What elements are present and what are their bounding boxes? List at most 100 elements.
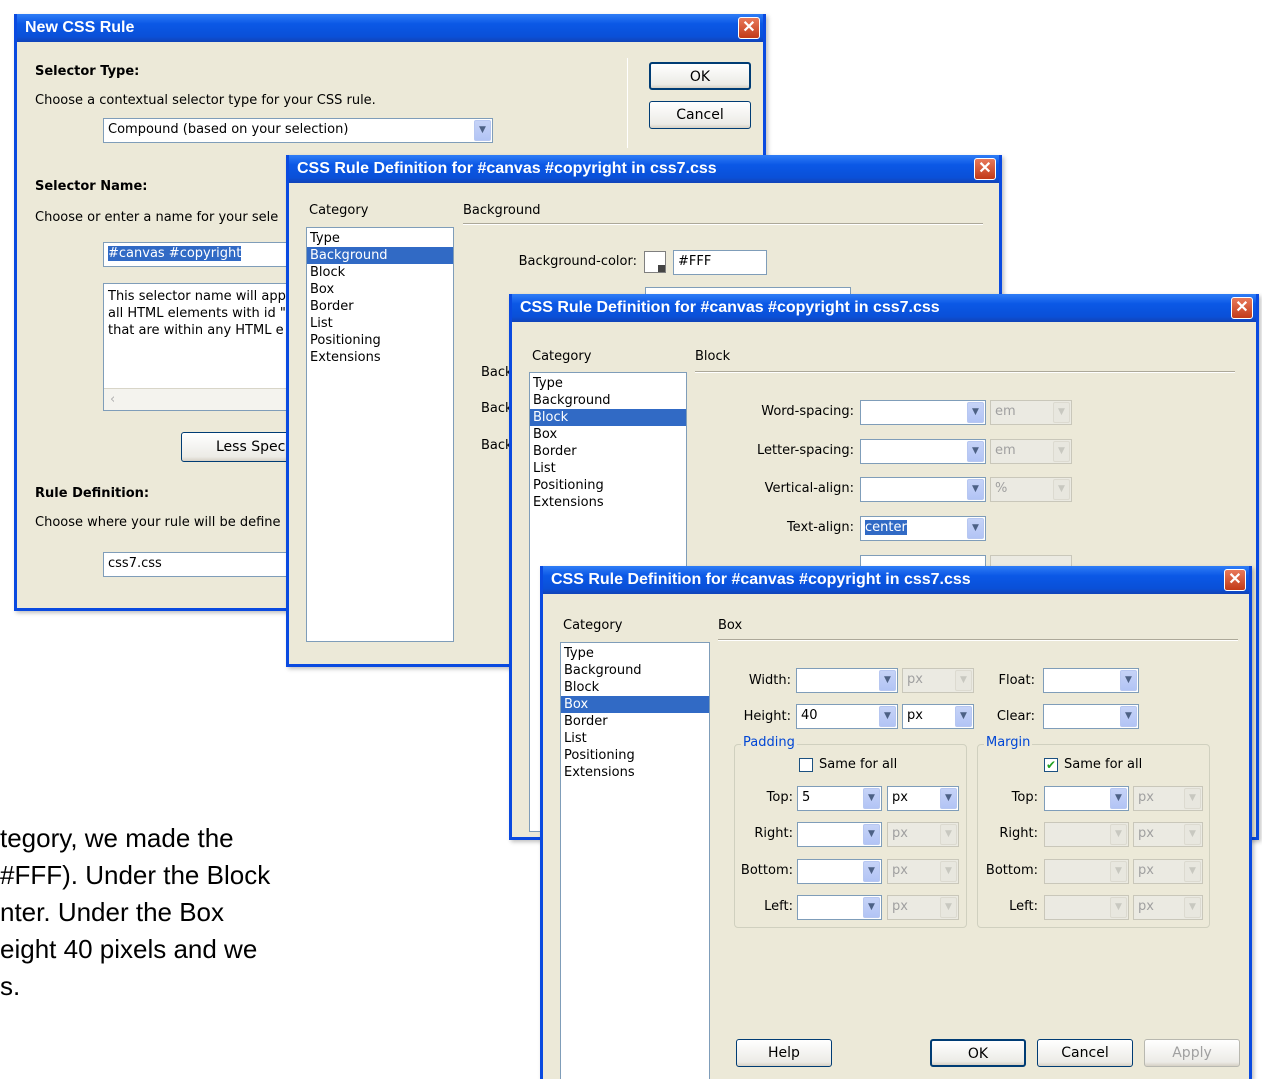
chevron-down-icon[interactable]: ▼ (863, 824, 880, 845)
category-item-background[interactable]: Background (307, 247, 453, 264)
text-align-select[interactable]: center ▼ (860, 516, 986, 541)
section-label: Block (695, 349, 731, 364)
margin-right-select: ▼ (1044, 822, 1129, 847)
category-item-block[interactable]: Block (307, 264, 453, 281)
padding-top-unit-select[interactable]: px ▼ (887, 786, 959, 811)
selector-type-select[interactable]: Compound (based on your selection) ▼ (103, 118, 493, 143)
margin-same-label: Same for all (1064, 757, 1143, 772)
bg-color-input[interactable]: #FFF (673, 250, 767, 275)
chevron-down-icon[interactable]: ▼ (967, 518, 984, 539)
cancel-button[interactable]: Cancel (649, 101, 751, 129)
height-select[interactable]: 40 ▼ (796, 704, 898, 729)
margin-bottom-label: Bottom: (985, 863, 1038, 878)
width-select[interactable]: ▼ (796, 668, 898, 693)
word-spacing-select[interactable]: ▼ (860, 400, 986, 425)
category-item-type[interactable]: Type (561, 645, 709, 662)
category-item-list[interactable]: List (561, 730, 709, 747)
slide-text-line: eight 40 pixels and we (0, 934, 258, 964)
chevron-down-icon[interactable]: ▼ (1110, 788, 1127, 809)
rule-def-desc: Choose where your rule will be define (35, 515, 281, 530)
horizontal-scrollbar[interactable]: ‹ (104, 388, 302, 410)
color-swatch[interactable] (644, 251, 666, 273)
slide-text-line: tegory, we made the (0, 823, 234, 853)
padding-top-value: 5 (802, 790, 811, 805)
chevron-down-icon: ▼ (940, 861, 957, 882)
category-item-border[interactable]: Border (307, 298, 453, 315)
selector-type-value: Compound (based on your selection) (108, 122, 349, 137)
chevron-down-icon[interactable]: ▼ (863, 897, 880, 918)
category-list[interactable]: Type Background Block Box Border List Po… (560, 642, 710, 1079)
margin-same-checkbox[interactable]: ✔ (1044, 758, 1058, 772)
category-item-positioning[interactable]: Positioning (561, 747, 709, 764)
rule-def-select[interactable]: css7.css (103, 552, 303, 577)
category-item-extensions[interactable]: Extensions (307, 349, 453, 366)
category-item-extensions[interactable]: Extensions (561, 764, 709, 781)
text-align-value: center (865, 520, 907, 535)
unit-text: px (1138, 826, 1154, 841)
category-item-box[interactable]: Box (307, 281, 453, 298)
category-item-type[interactable]: Type (530, 375, 686, 392)
padding-top-label: Top: (766, 790, 793, 805)
clear-label: Clear: (996, 709, 1035, 724)
category-item-background[interactable]: Background (561, 662, 709, 679)
category-item-positioning[interactable]: Positioning (307, 332, 453, 349)
help-button[interactable]: Help (736, 1039, 832, 1067)
vertical-align-select[interactable]: ▼ (860, 477, 986, 502)
info-line: that are within any HTML e (108, 323, 284, 338)
close-icon[interactable]: ✕ (974, 158, 996, 180)
category-item-box[interactable]: Box (561, 696, 709, 713)
category-item-border[interactable]: Border (530, 443, 686, 460)
selector-name-input[interactable]: #canvas #copyright (103, 242, 303, 267)
vertical-align-unit: % (995, 481, 1008, 496)
chevron-down-icon[interactable]: ▼ (1120, 670, 1137, 691)
chevron-down-icon[interactable]: ▼ (967, 402, 984, 423)
unit-text: px (1138, 899, 1154, 914)
close-icon[interactable]: ✕ (1224, 569, 1246, 591)
margin-top-select[interactable]: ▼ (1044, 786, 1129, 811)
clear-select[interactable]: ▼ (1043, 704, 1139, 729)
chevron-left-icon[interactable]: ‹ (110, 391, 115, 408)
category-item-extensions[interactable]: Extensions (530, 494, 686, 511)
padding-bottom-select[interactable]: ▼ (797, 859, 882, 884)
chevron-down-icon[interactable]: ▼ (863, 788, 880, 809)
category-item-block[interactable]: Block (561, 679, 709, 696)
chevron-down-icon[interactable]: ▼ (863, 861, 880, 882)
category-item-block[interactable]: Block (530, 409, 686, 426)
category-list[interactable]: Type Background Block Box Border List Po… (306, 227, 454, 642)
unit-text: px (892, 899, 908, 914)
vertical-align-unit-select: % ▼ (990, 477, 1072, 502)
padding-left-select[interactable]: ▼ (797, 895, 882, 920)
category-item-type[interactable]: Type (307, 230, 453, 247)
padding-bottom-unit-select: px ▼ (887, 859, 959, 884)
category-item-positioning[interactable]: Positioning (530, 477, 686, 494)
close-icon[interactable]: ✕ (1231, 297, 1253, 319)
chevron-down-icon[interactable]: ▼ (879, 670, 896, 691)
chevron-down-icon[interactable]: ▼ (967, 441, 984, 462)
chevron-down-icon: ▼ (1184, 824, 1201, 845)
chevron-down-icon[interactable]: ▼ (474, 120, 491, 141)
close-icon[interactable]: ✕ (738, 17, 760, 39)
category-item-background[interactable]: Background (530, 392, 686, 409)
cancel-button[interactable]: Cancel (1037, 1039, 1133, 1067)
chevron-down-icon[interactable]: ▼ (967, 479, 984, 500)
chevron-down-icon: ▼ (1053, 479, 1070, 500)
padding-same-checkbox[interactable] (799, 758, 813, 772)
ok-button[interactable]: OK (930, 1039, 1026, 1067)
letter-spacing-unit-select: em ▼ (990, 439, 1072, 464)
chevron-down-icon[interactable]: ▼ (940, 788, 957, 809)
category-item-list[interactable]: List (307, 315, 453, 332)
category-item-border[interactable]: Border (561, 713, 709, 730)
ok-button[interactable]: OK (649, 62, 751, 90)
chevron-down-icon: ▼ (1184, 788, 1201, 809)
category-item-box[interactable]: Box (530, 426, 686, 443)
chevron-down-icon: ▼ (1110, 824, 1127, 845)
float-select[interactable]: ▼ (1043, 668, 1139, 693)
category-item-list[interactable]: List (530, 460, 686, 477)
letter-spacing-select[interactable]: ▼ (860, 439, 986, 464)
chevron-down-icon[interactable]: ▼ (1120, 706, 1137, 727)
chevron-down-icon[interactable]: ▼ (879, 706, 896, 727)
padding-right-select[interactable]: ▼ (797, 822, 882, 847)
margin-bottom-unit-select: px ▼ (1133, 859, 1203, 884)
padding-left-unit-select: px ▼ (887, 895, 959, 920)
padding-top-select[interactable]: 5 ▼ (797, 786, 882, 811)
